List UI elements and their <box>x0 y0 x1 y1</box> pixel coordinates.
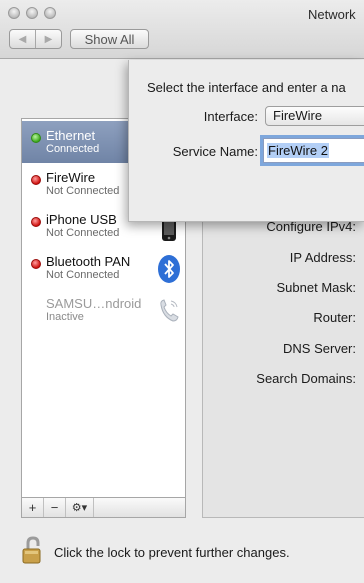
service-status: Not Connected <box>46 185 120 197</box>
close-window-button[interactable] <box>8 7 20 19</box>
window-title: Network <box>308 7 356 22</box>
service-status: Not Connected <box>46 227 120 239</box>
router-label: Router: <box>313 310 356 325</box>
service-name: Bluetooth PAN <box>46 254 131 269</box>
service-name-label: Service Name: <box>172 144 258 159</box>
service-name: iPhone USB <box>46 212 117 227</box>
service-status: Inactive <box>46 311 84 323</box>
service-name-value: FireWire 2 <box>267 143 329 158</box>
status-indicator <box>31 259 41 269</box>
dns-server-label: DNS Server: <box>283 341 356 356</box>
ip-address-label: IP Address: <box>289 250 356 265</box>
interface-label: Interface: <box>203 109 258 124</box>
minimize-window-button[interactable] <box>26 7 38 19</box>
sheet-prompt: Select the interface and enter a na <box>147 80 346 95</box>
status-indicator <box>31 133 41 143</box>
new-service-sheet: Select the interface and enter a na Inte… <box>128 60 364 222</box>
show-all-button[interactable]: Show All <box>70 29 149 49</box>
service-name: FireWire <box>46 170 96 185</box>
phone-modem-icon <box>160 299 179 322</box>
forward-button[interactable]: ▶ <box>35 30 61 48</box>
service-name-field[interactable]: FireWire 2 <box>263 138 364 163</box>
search-domains-label: Search Domains: <box>256 371 356 386</box>
action-menu-button[interactable]: ⚙▾ <box>66 498 94 517</box>
service-name: Ethernet <box>46 128 96 143</box>
service-item-samsung-android[interactable]: SAMSU…ndroid Inactive <box>22 289 185 331</box>
status-indicator <box>31 175 41 185</box>
zoom-window-button[interactable] <box>44 7 56 19</box>
service-status: Not Connected <box>46 269 120 281</box>
service-item-bluetooth-pan[interactable]: Bluetooth PAN Not Connected <box>22 247 185 289</box>
back-forward-control: ◀ ▶ <box>9 29 62 49</box>
service-name: SAMSU…ndroid <box>46 296 142 311</box>
remove-service-button[interactable]: − <box>44 498 66 517</box>
lock-icon[interactable] <box>20 536 46 566</box>
subnet-mask-label: Subnet Mask: <box>276 280 357 295</box>
add-service-button[interactable]: + <box>22 498 44 517</box>
bluetooth-icon <box>158 255 180 283</box>
window-titlebar: Network ◀ ▶ Show All <box>0 0 364 59</box>
lock-message: Click the lock to prevent further change… <box>54 545 290 560</box>
status-indicator <box>31 217 41 227</box>
service-status: Connected <box>46 143 100 155</box>
interface-popup[interactable]: FireWire <box>265 106 364 126</box>
interface-value: FireWire <box>273 108 323 123</box>
service-list-toolbar: + − ⚙▾ <box>21 498 186 518</box>
back-button[interactable]: ◀ <box>10 30 35 48</box>
